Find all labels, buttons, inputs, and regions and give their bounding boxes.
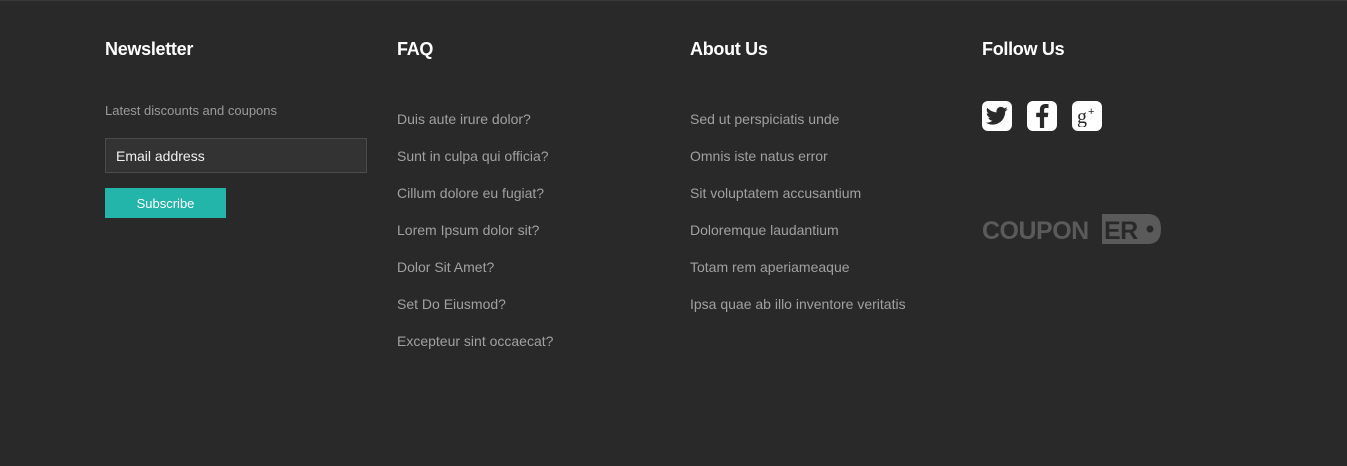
- faq-item: Lorem Ipsum dolor sit?: [397, 221, 553, 258]
- about-link[interactable]: Sit voluptatem accusantium: [690, 185, 861, 201]
- newsletter-description: Latest discounts and coupons: [105, 103, 278, 118]
- follow-heading: Follow Us: [982, 39, 1065, 59]
- about-heading: About Us: [690, 39, 768, 59]
- faq-link[interactable]: Dolor Sit Amet?: [397, 259, 494, 275]
- faq-link[interactable]: Set Do Eiusmod?: [397, 296, 506, 312]
- about-item: Ipsa quae ab illo inventore veritatis: [690, 295, 906, 332]
- about-item: Omnis iste natus error: [690, 147, 906, 184]
- google-plus-icon[interactable]: g +: [1072, 101, 1102, 131]
- about-link[interactable]: Omnis iste natus error: [690, 148, 828, 164]
- faq-link[interactable]: Excepteur sint occaecat?: [397, 333, 553, 349]
- about-link[interactable]: Totam rem aperiameaque: [690, 259, 850, 275]
- about-item: Sit voluptatem accusantium: [690, 184, 906, 221]
- email-input[interactable]: [105, 138, 367, 173]
- logo-tag-text: ER: [1104, 217, 1138, 245]
- twitter-icon[interactable]: [982, 101, 1012, 131]
- faq-item: Cillum dolore eu fugiat?: [397, 184, 553, 221]
- faq-link[interactable]: Sunt in culpa qui officia?: [397, 148, 549, 164]
- couponer-logo: COUPON ER: [982, 214, 1161, 245]
- newsletter-heading: Newsletter: [105, 39, 194, 59]
- subscribe-button[interactable]: Subscribe: [105, 188, 226, 218]
- about-item: Totam rem aperiameaque: [690, 258, 906, 295]
- faq-item: Duis aute irure dolor?: [397, 110, 553, 147]
- logo-text: COUPON: [982, 217, 1089, 245]
- faq-list: Duis aute irure dolor? Sunt in culpa qui…: [397, 110, 553, 369]
- facebook-icon[interactable]: [1027, 101, 1057, 131]
- logo-tag-hole: [1146, 225, 1154, 233]
- about-link[interactable]: Sed ut perspiciatis unde: [690, 111, 839, 127]
- about-list: Sed ut perspiciatis unde Omnis iste natu…: [690, 110, 906, 332]
- faq-link[interactable]: Duis aute irure dolor?: [397, 111, 531, 127]
- faq-item: Set Do Eiusmod?: [397, 295, 553, 332]
- faq-link[interactable]: Lorem Ipsum dolor sit?: [397, 222, 539, 238]
- svg-text:g: g: [1077, 106, 1087, 127]
- about-link[interactable]: Ipsa quae ab illo inventore veritatis: [690, 296, 906, 312]
- svg-text:+: +: [1088, 106, 1094, 118]
- about-item: Doloremque laudantium: [690, 221, 906, 258]
- faq-link[interactable]: Cillum dolore eu fugiat?: [397, 185, 544, 201]
- faq-item: Dolor Sit Amet?: [397, 258, 553, 295]
- faq-item: Sunt in culpa qui officia?: [397, 147, 553, 184]
- site-footer: Newsletter Latest discounts and coupons …: [0, 0, 1347, 466]
- social-links: g +: [982, 101, 1102, 131]
- faq-item: Excepteur sint occaecat?: [397, 332, 553, 369]
- about-item: Sed ut perspiciatis unde: [690, 110, 906, 147]
- about-link[interactable]: Doloremque laudantium: [690, 222, 839, 238]
- faq-heading: FAQ: [397, 39, 434, 59]
